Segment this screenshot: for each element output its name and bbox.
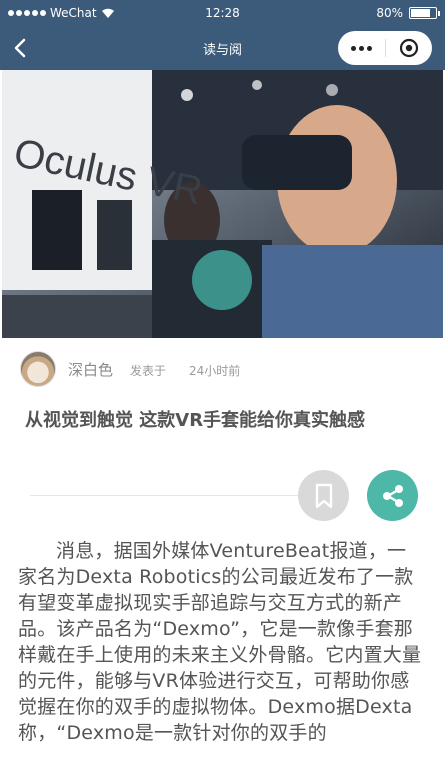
target-close-icon[interactable] xyxy=(386,38,432,58)
hero-image: Oculus VR xyxy=(2,70,443,338)
nav-bar: 读与阅 xyxy=(0,26,445,70)
author-row: 深白色 发表于 24小时前 xyxy=(20,351,420,387)
bookmark-icon xyxy=(315,483,332,508)
bookmark-button[interactable] xyxy=(298,470,349,521)
more-dots-icon[interactable] xyxy=(338,45,385,51)
battery-icon xyxy=(409,7,440,19)
battery-percent: 80% xyxy=(376,6,403,20)
share-icon xyxy=(382,484,403,507)
media-play-icon[interactable] xyxy=(192,250,252,310)
status-bar: WeChat 12:28 80% xyxy=(0,0,445,26)
avatar[interactable] xyxy=(20,351,56,387)
divider xyxy=(30,495,330,496)
posted-label: 发表于 xyxy=(130,364,167,378)
posted-time: 24小时前 xyxy=(189,364,241,378)
mini-program-capsule xyxy=(338,31,432,65)
author-name[interactable]: 深白色 xyxy=(68,359,113,380)
status-battery-group: 80% xyxy=(376,6,440,20)
article-body: 消息，据国外媒体VentureBeat报道，一家名为Dexta Robotics… xyxy=(18,540,422,744)
article-title: 从视觉到触觉 这款VR手套能给你真实触感 xyxy=(25,410,366,431)
share-button[interactable] xyxy=(367,470,418,521)
